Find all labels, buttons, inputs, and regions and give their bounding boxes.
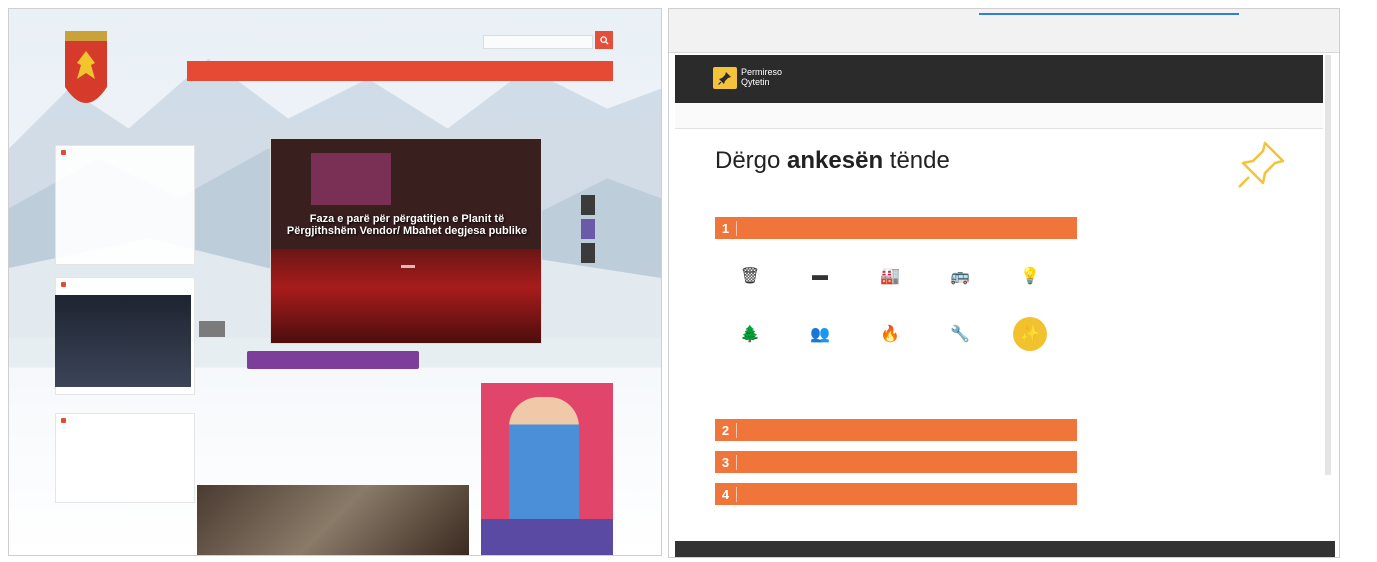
pushpin-icon bbox=[718, 72, 731, 85]
more-link[interactable] bbox=[56, 170, 194, 178]
app-header: Permireso Qytetin bbox=[675, 55, 1323, 103]
trash-icon: 🗑 bbox=[739, 268, 761, 285]
step-number: 3 bbox=[715, 454, 737, 470]
social-icon[interactable] bbox=[581, 219, 595, 239]
bus-icon: 🚌 bbox=[950, 268, 970, 285]
video-thumbnail[interactable] bbox=[55, 295, 191, 387]
social-icon[interactable] bbox=[581, 243, 595, 263]
complaint-app-screenshot: Permireso Qytetin Dërgo ankesën tënde 1 … bbox=[668, 8, 1340, 558]
loading-bar bbox=[979, 13, 1239, 15]
city-crest-logo bbox=[65, 31, 107, 103]
social-side-icons bbox=[581, 195, 595, 285]
category-option[interactable]: 🔧 bbox=[925, 317, 995, 357]
category-option[interactable]: 🗑 bbox=[715, 259, 785, 299]
category-option[interactable]: 🔥 bbox=[855, 317, 925, 357]
page-title: Dërgo ankesën tënde bbox=[715, 147, 950, 175]
pin-logo-icon[interactable] bbox=[713, 67, 737, 89]
search-input[interactable] bbox=[483, 35, 593, 49]
hero-photo-screen bbox=[311, 153, 391, 205]
category-grid: 🗑 ▬ 🏭 🚌 💡 🌲 👥 🔥 🔧 ✨ bbox=[715, 259, 1067, 357]
tree-icon: 🌲 bbox=[740, 326, 760, 343]
step-number: 2 bbox=[715, 422, 737, 438]
mayor-promo-banner[interactable] bbox=[481, 383, 613, 555]
report-problem-button[interactable] bbox=[247, 351, 419, 369]
logo-text-line-1: Permireso bbox=[741, 67, 783, 77]
tools-icon: 🔧 bbox=[950, 326, 970, 343]
step-4-personal-data[interactable]: 4 bbox=[715, 483, 1077, 505]
announcements-sidebar-box bbox=[55, 413, 195, 503]
title-part: Dërgo bbox=[715, 147, 788, 174]
info-link[interactable] bbox=[489, 355, 541, 367]
address-bar[interactable] bbox=[699, 25, 999, 35]
logo-text-line-2: Qytetin bbox=[741, 77, 770, 87]
box-heading bbox=[56, 414, 194, 423]
scrollbar[interactable] bbox=[1325, 55, 1331, 475]
promo-caption bbox=[481, 519, 613, 555]
streetlight-icon: 💡 bbox=[1020, 268, 1040, 285]
category-option[interactable]: 🌲 bbox=[715, 317, 785, 357]
category-option[interactable]: 🚌 bbox=[925, 259, 995, 299]
logo-text[interactable]: Permireso Qytetin bbox=[741, 67, 782, 87]
hero-title[interactable]: Faza e parë për përgatitjen e Planit të … bbox=[281, 213, 533, 237]
slider-arrow-button[interactable] bbox=[199, 321, 225, 337]
magic-wand-icon: ✨ bbox=[1013, 317, 1047, 351]
main-navigation bbox=[187, 61, 613, 81]
search-button[interactable] bbox=[595, 31, 613, 49]
step-2-describe-problem[interactable]: 2 bbox=[715, 419, 1077, 441]
building-icon: ▬ bbox=[812, 267, 828, 284]
title-part: tënde bbox=[883, 147, 950, 174]
category-option-selected[interactable]: ✨ bbox=[995, 317, 1065, 357]
box-heading bbox=[56, 146, 194, 155]
category-option[interactable]: 💡 bbox=[995, 259, 1065, 299]
mayor-portrait bbox=[509, 397, 579, 523]
factory-icon: 🏭 bbox=[880, 268, 900, 285]
municipal-website-screenshot: Faza e parë për përgatitjen e Planit të … bbox=[8, 8, 662, 556]
search-icon bbox=[599, 35, 609, 45]
step-number: 4 bbox=[715, 486, 737, 502]
category-option[interactable]: ▬ bbox=[785, 259, 855, 299]
people-icon: 👥 bbox=[810, 326, 830, 343]
browser-toolbar bbox=[669, 9, 1339, 53]
secondary-navigation bbox=[675, 103, 1323, 129]
box-heading bbox=[56, 278, 194, 287]
more-link[interactable] bbox=[56, 434, 194, 442]
title-bold-part: ankesën bbox=[787, 147, 884, 174]
pushpin-decoration-icon bbox=[1238, 141, 1285, 188]
news-sidebar-box bbox=[55, 145, 195, 265]
category-option[interactable]: 👥 bbox=[785, 317, 855, 357]
step-1-choose-category[interactable]: 1 bbox=[715, 217, 1077, 239]
fire-icon: 🔥 bbox=[880, 326, 900, 343]
social-icon[interactable] bbox=[581, 195, 595, 215]
category-option[interactable]: 🏭 bbox=[855, 259, 925, 299]
page-footer bbox=[675, 541, 1335, 557]
hero-photo-seats bbox=[271, 249, 541, 343]
step-3-locate-on-map[interactable]: 3 bbox=[715, 451, 1077, 473]
projects-photo[interactable] bbox=[197, 485, 469, 555]
slider-dots[interactable] bbox=[401, 265, 415, 268]
step-number: 1 bbox=[715, 220, 737, 236]
hero-slider[interactable]: Faza e parë për përgatitjen e Planit të … bbox=[270, 138, 542, 344]
